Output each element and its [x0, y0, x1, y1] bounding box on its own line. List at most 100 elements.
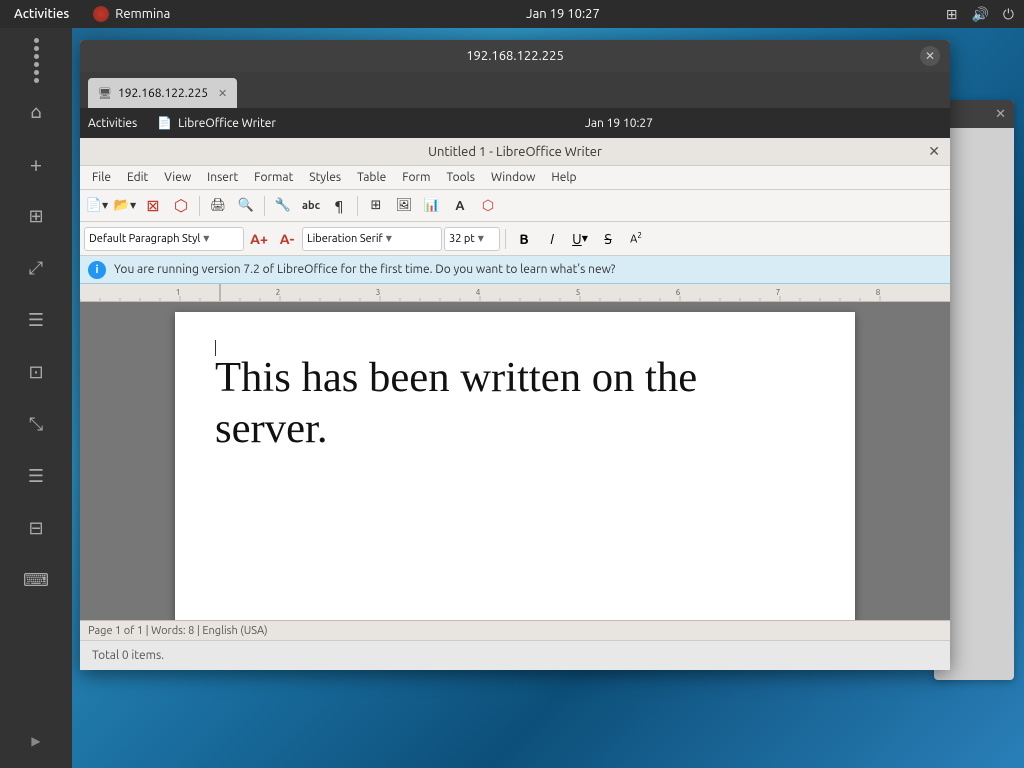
power-icon[interactable]: ⏻ [1003, 6, 1014, 23]
font-size-dropdown[interactable]: 32 pt ▼ [444, 227, 500, 251]
topbar-datetime: Jan 19 10:27 [180, 7, 946, 21]
svg-text:8: 8 [876, 288, 881, 297]
remmina-indicator[interactable]: Remmina [83, 6, 180, 22]
textbox-button[interactable]: A [447, 193, 473, 219]
remmina-window-title: 192.168.122.225 [466, 49, 564, 63]
extra-close-button[interactable]: ✕ [995, 107, 1006, 122]
libreoffice-window: Activities 📄 LibreOffice Writer Jan 19 1… [80, 108, 950, 640]
menu-view[interactable]: View [156, 169, 199, 186]
underline-label: U [572, 231, 582, 247]
lo-document-area[interactable]: This has been written on the server. [80, 302, 950, 620]
text-cursor [215, 340, 216, 356]
sidebar-item-shrink[interactable]: ⊡ [12, 348, 60, 396]
menu-window[interactable]: Window [483, 169, 543, 186]
system-topbar: Activities Remmina Jan 19 10:27 ⊞ 🔊 ⏻ [0, 0, 1024, 28]
open-button[interactable]: 📂▼ [112, 193, 138, 219]
ruler-svg: 1 2 3 4 5 6 7 8 [80, 284, 950, 301]
underline-arrow: ▼ [582, 234, 588, 243]
info-message: You are running version 7.2 of LibreOffi… [114, 263, 615, 276]
print-button[interactable]: 🖨 [205, 193, 231, 219]
paragraph-style-dropdown[interactable]: Default Paragraph Styl ▼ [84, 227, 244, 251]
superscript-label: A2 [630, 231, 642, 246]
tab-close-button[interactable]: ✕ [218, 87, 227, 100]
underline-button[interactable]: U ▼ [567, 226, 593, 252]
volume-icon[interactable]: 🔊 [971, 6, 988, 23]
italic-button[interactable]: I [539, 226, 565, 252]
menu-tools[interactable]: Tools [438, 169, 483, 186]
sidebar-item-menu2[interactable]: ☰ [12, 452, 60, 500]
menu-insert[interactable]: Insert [199, 169, 246, 186]
remmina-icon [93, 6, 109, 22]
increase-font-button[interactable]: A+ [246, 226, 272, 252]
spellcheck-button[interactable]: abc [298, 193, 324, 219]
font-name-label: Liberation Serif [307, 233, 383, 245]
sidebar-expand-chevron[interactable]: ▶ [31, 734, 40, 748]
lo-remote-topbar: Activities 📄 LibreOffice Writer Jan 19 1… [80, 108, 950, 138]
sidebar-item-capture[interactable]: ⊞ [12, 192, 60, 240]
remmina-close-button[interactable]: ✕ [920, 46, 940, 66]
svg-text:6: 6 [676, 288, 681, 297]
save-remote-button[interactable]: ⊠ [140, 193, 166, 219]
remmina-content: Activities 📄 LibreOffice Writer Jan 19 1… [80, 108, 950, 640]
format-marks-button[interactable]: ¶ [326, 193, 352, 219]
sidebar-item-menu1[interactable]: ☰ [12, 296, 60, 344]
topbar-system-icons: ⊞ 🔊 ⏻ [946, 6, 1024, 23]
find-button[interactable]: 🔧 [270, 193, 296, 219]
menu-file[interactable]: File [84, 169, 119, 186]
decrease-font-button[interactable]: A- [274, 226, 300, 252]
font-name-dropdown[interactable]: Liberation Serif ▼ [302, 227, 442, 251]
lo-close-button[interactable]: ✕ [928, 143, 940, 160]
remmina-label: Remmina [115, 7, 170, 21]
image-insert-button[interactable]: 🖼 [391, 193, 417, 219]
remmina-titlebar: 192.168.122.225 ✕ [80, 40, 950, 72]
sidebar-item-resize[interactable]: ⤡ [12, 400, 60, 448]
menu-help[interactable]: Help [543, 169, 584, 186]
remmina-statusbar: Total 0 items. [80, 640, 950, 670]
lo-page[interactable]: This has been written on the server. [175, 312, 855, 620]
statusbar-text: Page 1 of 1 | Words: 8 | English (USA) [88, 625, 268, 637]
lo-topbar-activities[interactable]: Activities [88, 117, 137, 130]
toolbar-separator-1 [199, 196, 200, 216]
superscript-button[interactable]: A2 [623, 226, 649, 252]
remmina-tab-session[interactable]: 🖥 192.168.122.225 ✕ [88, 78, 237, 108]
document-text[interactable]: This has been written on the server. [215, 352, 815, 454]
font-dropdown-arrow: ▼ [386, 234, 392, 243]
lo-topbar-app: LibreOffice Writer [178, 117, 276, 130]
sidebar-item-keyboard[interactable]: ⌨ [12, 556, 60, 604]
strikethrough-button[interactable]: S [595, 226, 621, 252]
menu2-icon: ☰ [28, 466, 44, 487]
sidebar-item-screen[interactable]: ⊟ [12, 504, 60, 552]
table-insert-button[interactable]: ⊞ [363, 193, 389, 219]
network-icon[interactable]: ⊞ [946, 6, 958, 23]
svg-text:3: 3 [376, 288, 381, 297]
fontwork-button[interactable]: ⬡ [475, 193, 501, 219]
save-pdf-button[interactable]: ⬡ [168, 193, 194, 219]
print-preview-button[interactable]: 🔍 [233, 193, 259, 219]
menu-styles[interactable]: Styles [301, 169, 349, 186]
menu-format[interactable]: Format [246, 169, 301, 186]
size-dropdown-arrow: ▼ [478, 234, 484, 243]
lo-ruler: 1 2 3 4 5 6 7 8 [80, 284, 950, 302]
chart-insert-button[interactable]: 📊 [419, 193, 445, 219]
shrink-icon: ⊡ [28, 362, 43, 383]
sidebar-item-add[interactable]: + [12, 140, 60, 188]
lo-menubar: File Edit View Insert Format Styles Tabl… [80, 166, 950, 190]
paragraph-style-label: Default Paragraph Styl [89, 233, 200, 245]
new-document-button[interactable]: 📄▼ [84, 193, 110, 219]
sidebar-item-apps[interactable] [12, 36, 60, 84]
sidebar-item-home[interactable]: ⌂ [12, 88, 60, 136]
menu-form[interactable]: Form [394, 169, 438, 186]
capture-icon: ⊞ [28, 206, 43, 227]
toolbar-separator-2 [264, 196, 265, 216]
menu-table[interactable]: Table [349, 169, 394, 186]
keyboard-icon: ⌨ [23, 570, 49, 591]
lo-toolbar1: 📄▼ 📂▼ ⊠ ⬡ 🖨 🔍 🔧 abc ¶ ⊞ 🖼 📊 A ⬡ [80, 190, 950, 222]
style-dropdown-arrow: ▼ [203, 234, 209, 243]
add-icon: + [30, 152, 42, 177]
sidebar-item-fullscreen[interactable]: ⤢ [12, 244, 60, 292]
bold-button[interactable]: B [511, 226, 537, 252]
fullscreen-icon: ⤢ [29, 258, 43, 279]
toolbar-separator-3 [357, 196, 358, 216]
activities-button[interactable]: Activities [0, 7, 83, 21]
menu-edit[interactable]: Edit [119, 169, 156, 186]
